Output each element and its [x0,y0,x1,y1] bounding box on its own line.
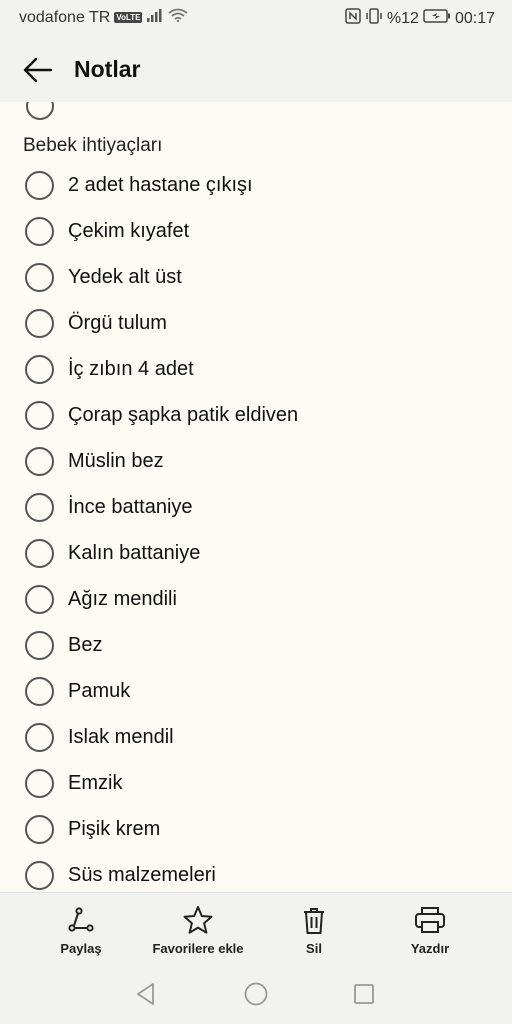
checklist-item[interactable]: Müslin bez [0,438,512,484]
arrow-left-icon [23,57,53,83]
checklist-item-label[interactable]: Pamuk [68,680,130,703]
checklist-item-label[interactable]: İnce battaniye [68,496,193,519]
checklist-item-label[interactable]: Müslin bez [68,450,164,473]
star-icon [183,906,213,934]
checklist-checkbox[interactable] [25,630,54,660]
checklist-checkbox[interactable] [25,262,54,292]
checklist-item-label[interactable]: Örgü tulum [68,312,167,335]
battery-percent: %12 [386,9,419,27]
trash-icon [304,908,324,934]
checklist-checkbox-partial[interactable] [26,102,54,120]
battery-icon [423,9,451,28]
checklist-item[interactable]: İç zıbın 4 adet [0,346,512,392]
vibrate-icon [365,8,383,29]
checklist-item[interactable]: İnce battaniye [0,484,512,530]
print-label: Yazdır [410,941,450,956]
app-bar: Notlar [0,36,512,102]
checklist-item[interactable]: Çorap şapka patik eldiven [0,392,512,438]
checklist-checkbox[interactable] [25,722,54,752]
checklist-item-label[interactable]: Kalın battaniye [68,542,200,565]
clock: 00:17 [454,9,495,27]
checklist-checkbox[interactable] [25,492,54,522]
carrier-name: vodafone TR [19,8,111,26]
checklist-item[interactable]: Kalın battaniye [0,530,512,576]
checklist-item-label[interactable]: Süs malzemeleri [68,864,216,887]
add-favorite-label: Favorilere ekle [152,941,244,956]
checklist-checkbox[interactable] [25,216,54,246]
delete-button[interactable]: Sil [284,893,344,965]
checklist-item[interactable]: Örgü tulum [0,300,512,346]
checklist-checkbox[interactable] [25,860,54,890]
checklist-item[interactable]: Bez [0,622,512,668]
back-button[interactable] [18,50,58,90]
note-section-title: Bebek ihtiyaçları [23,135,163,156]
share-label: Paylaş [60,941,102,956]
checklist-item-label[interactable]: İç zıbın 4 adet [68,358,194,381]
nav-back-icon [137,983,154,1005]
checklist-item[interactable]: Çekim kıyafet [0,208,512,254]
checklist: 2 adet hastane çıkışı Çekim kıyafet Yedek … [0,162,512,892]
checklist-checkbox[interactable] [25,676,54,706]
signal-icon [146,8,164,27]
checklist-item-label[interactable]: Pişik krem [68,818,160,841]
nfc-icon [345,8,361,29]
checklist-item-label[interactable]: Bez [68,634,102,657]
print-button[interactable]: Yazdır [400,893,460,965]
volte-badge: VoLTE [114,12,143,23]
checklist-checkbox[interactable] [25,446,54,476]
checklist-item-label[interactable]: Emzik [68,772,122,795]
nav-back-button[interactable] [132,980,160,1008]
share-icon [68,907,94,932]
note-content[interactable]: Bebek ihtiyaçları 2 adet hastane çıkışı Ç… [0,102,512,892]
add-favorite-button[interactable]: Favorilere ekle [142,893,254,965]
checklist-item[interactable]: Yedek alt üst [0,254,512,300]
checklist-item[interactable]: Süs malzemeleri [0,852,512,892]
page-title: Notlar [74,56,141,82]
nav-recents-button[interactable] [350,980,378,1008]
checklist-item-label[interactable]: Çorap şapka patik eldiven [68,404,298,427]
checklist-checkbox[interactable] [25,170,54,200]
nav-recents-icon [354,984,374,1004]
checklist-checkbox[interactable] [25,354,54,384]
wifi-icon [168,8,189,27]
checklist-item[interactable]: Pişik krem [0,806,512,852]
checklist-checkbox[interactable] [25,814,54,844]
checklist-checkbox[interactable] [25,584,54,614]
checklist-checkbox[interactable] [25,768,54,798]
system-nav-bar [0,964,512,1024]
printer-icon [415,907,445,933]
status-left: vodafone TR VoLTE [19,8,189,27]
checklist-item-label[interactable]: Ağız mendili [68,588,177,611]
checklist-checkbox[interactable] [25,538,54,568]
checklist-item[interactable]: Emzik [0,760,512,806]
checklist-checkbox[interactable] [25,400,54,430]
status-bar: vodafone TR VoLTE %12 00:17 [0,0,512,36]
bottom-action-bar: Paylaş Favorilere ekle Sil Yazdır [0,892,512,964]
checklist-item-label[interactable]: 2 adet hastane çıkışı [68,174,253,197]
checklist-item-label[interactable]: Yedek alt üst [68,266,182,289]
checklist-checkbox[interactable] [25,308,54,338]
delete-label: Sil [306,941,322,956]
checklist-item[interactable]: 2 adet hastane çıkışı [0,162,512,208]
checklist-item[interactable]: Islak mendil [0,714,512,760]
nav-home-button[interactable] [242,980,270,1008]
checklist-item[interactable]: Ağız mendili [0,576,512,622]
status-right: %12 00:17 [345,8,495,29]
nav-home-icon [244,982,268,1006]
checklist-item-label[interactable]: Islak mendil [68,726,174,749]
checklist-item-label[interactable]: Çekim kıyafet [68,220,189,243]
checklist-item[interactable]: Pamuk [0,668,512,714]
share-button[interactable]: Paylaş [43,893,119,965]
